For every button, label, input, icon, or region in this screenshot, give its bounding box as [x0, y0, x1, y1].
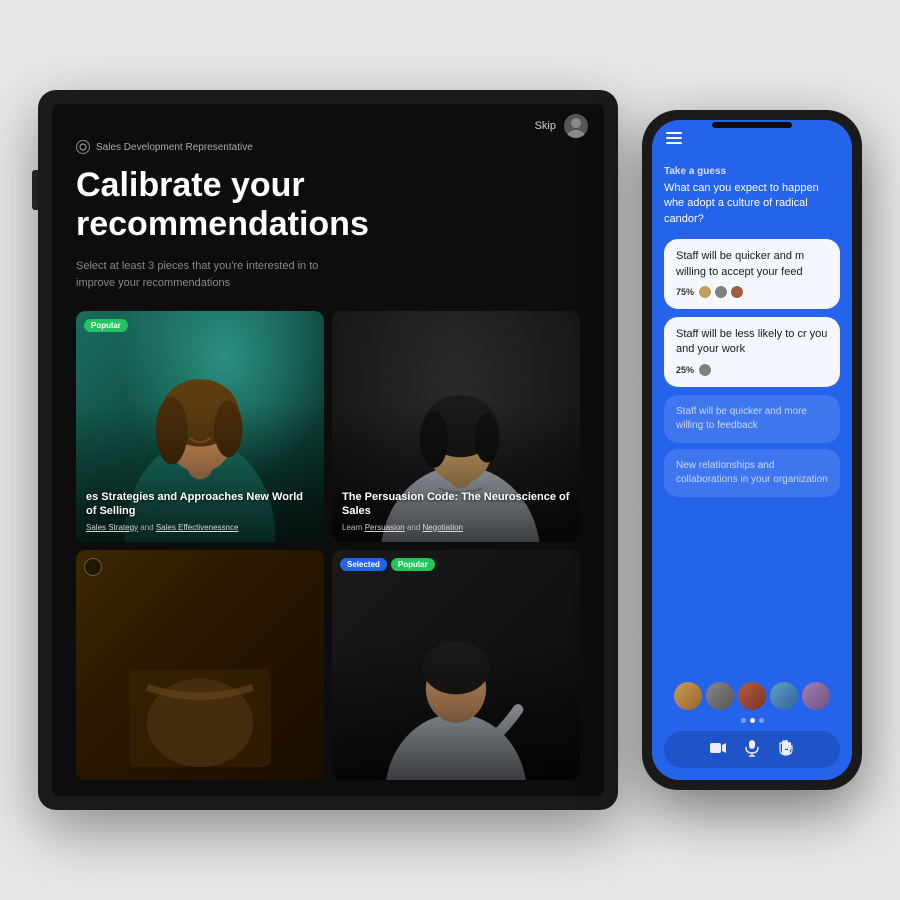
card-2-tag-prefix: Learn — [342, 523, 365, 532]
card-1-title: es Strategies and Approaches New World o… — [86, 490, 314, 519]
card-2[interactable]: The Persuasion Code: The Neuroscience of… — [332, 311, 580, 541]
answer-2-meta: 25% — [676, 363, 828, 377]
role-icon — [76, 140, 90, 154]
video-icon[interactable] — [709, 739, 727, 760]
hand-icon[interactable] — [777, 739, 795, 760]
card-4-badge-row: Selected Popular — [340, 558, 435, 571]
phone-content: Take a guess What can you expect to happ… — [652, 156, 852, 674]
phone-avatar-1 — [674, 682, 702, 710]
phone: Take a guess What can you expect to happ… — [642, 110, 862, 790]
answer-1-avatars — [698, 285, 744, 299]
subtitle: Select at least 3 pieces that you're int… — [76, 258, 336, 291]
answer-2-percent: 25% — [676, 365, 694, 375]
skip-button[interactable]: Skip — [535, 120, 556, 132]
answer-1-percent: 75% — [676, 287, 694, 297]
card-3[interactable] — [76, 550, 324, 780]
menu-line-3 — [666, 142, 682, 144]
tablet-screen: Skip Sales Developme — [52, 104, 604, 796]
role-text: Sales Development Representative — [96, 142, 253, 153]
question-label: Take a guess — [664, 166, 840, 177]
tablet-top-bar: Skip — [519, 104, 604, 148]
mic-icon[interactable] — [743, 739, 761, 760]
card-1-tag-sep: and — [140, 523, 156, 532]
answer-2-text: Staff will be less likely to cr you and … — [676, 327, 828, 358]
main-title: Calibrate your recommendations — [76, 166, 580, 244]
menu-line-2 — [666, 137, 682, 139]
card-1-tag-1: Sales Strategy — [86, 523, 138, 532]
dot-1 — [741, 718, 746, 723]
tablet: Skip Sales Developme — [38, 90, 618, 810]
answer-1-text: Staff will be quicker and m willing to a… — [676, 249, 828, 280]
user-avatar[interactable] — [564, 114, 588, 138]
phone-avatar-5 — [802, 682, 830, 710]
phone-avatars-row — [664, 682, 840, 710]
card-1-popular-badge: Popular — [84, 319, 128, 332]
answer-1-meta: 75% — [676, 285, 828, 299]
card-3-unselected-indicator — [84, 558, 102, 576]
card-3-figure — [76, 550, 324, 780]
answer-2-avatars — [698, 363, 712, 377]
card-2-tag-1: Persuasion — [365, 523, 405, 532]
menu-line-1 — [666, 132, 682, 134]
card-3-badge-row — [84, 558, 102, 576]
card-4-gradient — [332, 642, 580, 780]
phone-toolbar — [664, 731, 840, 768]
card-2-tag-2: Negotiation — [423, 523, 463, 532]
question-text: What can you expect to happen whe adopt … — [664, 181, 840, 227]
answer-1-avatar-2 — [714, 285, 728, 299]
dot-2-active — [750, 718, 755, 723]
card-2-tag-sep: and — [407, 523, 423, 532]
phone-avatar-4 — [770, 682, 798, 710]
phone-dots — [664, 718, 840, 723]
answer-3-text: Staff will be quicker and more willing t… — [676, 405, 828, 433]
answer-1-bubble[interactable]: Staff will be quicker and m willing to a… — [664, 239, 840, 309]
card-1-info: es Strategies and Approaches New World o… — [86, 490, 314, 532]
phone-screen: Take a guess What can you expect to happ… — [652, 120, 852, 780]
card-1-tags: Sales Strategy and Sales Effectivenessnc… — [86, 523, 314, 532]
cards-grid: Popular es Strategies and Approaches New… — [76, 311, 580, 780]
answer-3-bubble[interactable]: Staff will be quicker and more willing t… — [664, 395, 840, 443]
card-1-badge: Popular — [84, 319, 128, 332]
answer-4-text: New relationships and collaborations in … — [676, 459, 828, 487]
phone-avatar-3 — [738, 682, 766, 710]
card-2-title: The Persuasion Code: The Neuroscience of… — [342, 490, 570, 519]
phone-notch — [712, 122, 792, 128]
role-label-row: Sales Development Representative — [76, 140, 580, 154]
answer-1-avatar-1 — [698, 285, 712, 299]
question-header: Take a guess What can you expect to happ… — [664, 166, 840, 227]
tablet-side-button — [32, 170, 38, 210]
card-3-figure-container — [76, 550, 324, 780]
card-2-tags: Learn Persuasion and Negotiation — [342, 523, 570, 532]
answer-1-avatar-3 — [730, 285, 744, 299]
card-4-popular-badge: Popular — [391, 558, 435, 571]
card-1-tag-2: Sales Effectivenessnce — [156, 523, 239, 532]
dot-3 — [759, 718, 764, 723]
card-4[interactable]: Selected Popular — [332, 550, 580, 780]
answer-4-bubble[interactable]: New relationships and collaborations in … — [664, 449, 840, 497]
answer-2-bubble[interactable]: Staff will be less likely to cr you and … — [664, 317, 840, 387]
card-2-info: The Persuasion Code: The Neuroscience of… — [342, 490, 570, 532]
phone-avatar-2 — [706, 682, 734, 710]
card-1[interactable]: Popular es Strategies and Approaches New… — [76, 311, 324, 541]
card-4-selected-badge: Selected — [340, 558, 387, 571]
phone-bottom — [652, 674, 852, 780]
answer-2-avatar-1 — [698, 363, 712, 377]
scene: Skip Sales Developme — [20, 70, 880, 830]
hamburger-menu-icon[interactable] — [666, 132, 682, 144]
tablet-content: Sales Development Representative Calibra… — [52, 104, 604, 796]
